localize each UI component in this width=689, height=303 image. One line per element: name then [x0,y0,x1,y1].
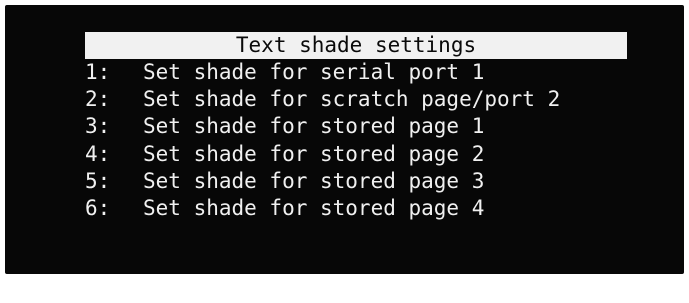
menu-item-key: 2: [85,87,111,112]
menu-item-label: Set shade for scratch page/port 2 [143,87,561,112]
menu-item-stored-page-1[interactable]: 3: Set shade for stored page 1 [85,113,627,140]
menu-item-key: 3: [85,114,111,139]
menu-item-label: Set shade for stored page 4 [143,195,485,220]
menu-item-label: Set shade for stored page 2 [143,141,485,166]
menu-item-stored-page-2[interactable]: 4: Set shade for stored page 2 [85,141,627,168]
menu-item-label: Set shade for stored page 1 [143,114,485,139]
terminal-screen: Text shade settings 1: Set shade for ser… [5,5,684,274]
menu-item-stored-page-3[interactable]: 5: Set shade for stored page 3 [85,168,627,195]
menu-item-key: 4: [85,141,111,166]
menu-list: 1: Set shade for serial port 1 2: Set sh… [85,59,627,222]
menu-item-serial-port-1[interactable]: 1: Set shade for serial port 1 [85,59,627,86]
menu-title: Text shade settings [85,32,627,59]
menu-item-scratch-page-port-2[interactable]: 2: Set shade for scratch page/port 2 [85,86,627,113]
shade-settings-menu: Text shade settings 1: Set shade for ser… [85,32,627,222]
menu-item-key: 6: [85,195,111,220]
menu-item-stored-page-4[interactable]: 6: Set shade for stored page 4 [85,195,627,222]
menu-item-label: Set shade for stored page 3 [143,168,485,193]
menu-item-key: 5: [85,168,111,193]
menu-item-key: 1: [85,60,111,84]
menu-item-label: Set shade for serial port 1 [143,60,485,84]
